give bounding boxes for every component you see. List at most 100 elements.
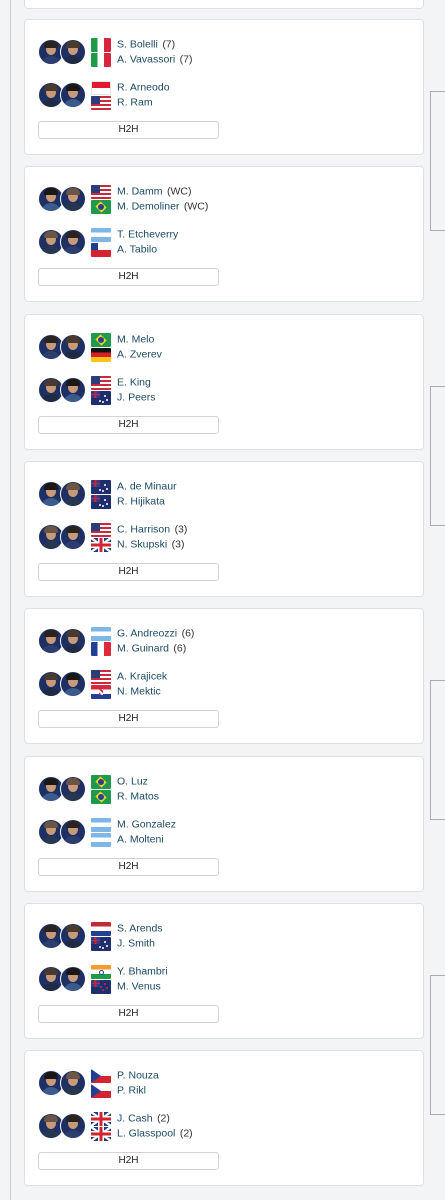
team-row[interactable]: R. Arneodo R. Ram (38, 80, 418, 110)
player-name[interactable]: A. Zverev (117, 348, 162, 360)
player-name[interactable]: Y. Bhambri (117, 965, 168, 977)
player-name[interactable]: C. Harrison (117, 523, 170, 535)
team-row[interactable]: G. Andreozzi (6) M. Guinard (6) (38, 626, 418, 656)
player-entry[interactable]: M. Demoliner (WC) (91, 199, 208, 214)
player-entry[interactable]: J. Peers (91, 390, 156, 405)
team-row[interactable]: O. Luz R. Matos (38, 774, 418, 804)
player-avatar[interactable] (60, 966, 86, 992)
player-avatar[interactable] (60, 671, 86, 697)
player-name[interactable]: M. Damm (117, 185, 163, 197)
team-row[interactable]: M. Melo A. Zverev (38, 332, 418, 362)
player-name[interactable]: M. Gonzalez (117, 818, 176, 830)
player-entry[interactable]: M. Melo (91, 332, 154, 347)
player-name[interactable]: M. Guinard (117, 642, 169, 654)
team-row[interactable]: M. Damm (WC) M. Demoliner (WC) (38, 184, 418, 214)
player-entry[interactable]: A. de Minaur (91, 479, 177, 494)
player-entry[interactable]: R. Hijikata (91, 494, 165, 509)
player-entry[interactable]: N. Skupski (3) (91, 537, 184, 552)
player-name[interactable]: N. Mektic (117, 685, 161, 697)
player-avatar[interactable] (60, 39, 86, 65)
player-entry[interactable]: N. Mektic (91, 684, 161, 699)
player-entry[interactable]: A. Vavassori (7) (91, 52, 192, 67)
player-name[interactable]: G. Andreozzi (117, 627, 177, 639)
player-entry[interactable]: P. Rikl (91, 1083, 146, 1098)
player-entry[interactable]: J. Smith (91, 936, 155, 951)
h2h-button[interactable]: H2H (38, 710, 219, 728)
player-entry[interactable]: A. Tabilo (91, 242, 157, 257)
team-row[interactable]: S. Bolelli (7) A. Vavassori (7) (38, 37, 418, 67)
player-name[interactable]: R. Matos (117, 790, 159, 802)
player-entry[interactable]: A. Molteni (91, 832, 164, 847)
h2h-button[interactable]: H2H (38, 563, 219, 581)
player-name[interactable]: S. Arends (117, 922, 163, 934)
player-avatar[interactable] (60, 524, 86, 550)
player-entry[interactable]: S. Bolelli (7) (91, 37, 175, 52)
player-name[interactable]: P. Nouza (117, 1069, 159, 1081)
h2h-button[interactable]: H2H (38, 1005, 219, 1023)
player-name[interactable]: S. Bolelli (117, 38, 158, 50)
team-row[interactable]: T. Etcheverry A. Tabilo (38, 227, 418, 257)
player-name[interactable]: R. Ram (117, 96, 153, 108)
player-name[interactable]: E. King (117, 376, 151, 388)
player-entry[interactable]: R. Matos (91, 789, 159, 804)
player-entry[interactable]: C. Harrison (3) (91, 522, 187, 537)
player-entry[interactable]: M. Guinard (6) (91, 641, 186, 656)
player-avatar[interactable] (60, 186, 86, 212)
player-entry[interactable]: S. Arends (91, 921, 163, 936)
team-row[interactable]: S. Arends J. Smith (38, 921, 418, 951)
player-name[interactable]: A. Tabilo (117, 243, 157, 255)
player-name[interactable]: A. Molteni (117, 833, 164, 845)
player-entry[interactable]: P. Nouza (91, 1068, 159, 1083)
player-name[interactable]: M. Melo (117, 333, 154, 345)
player-entry[interactable]: R. Arneodo (91, 80, 170, 95)
player-avatar[interactable] (60, 377, 86, 403)
player-name[interactable]: O. Luz (117, 775, 148, 787)
player-entry[interactable]: M. Venus (91, 979, 161, 994)
player-name[interactable]: R. Hijikata (117, 495, 165, 507)
h2h-button[interactable]: H2H (38, 858, 219, 876)
h2h-button[interactable]: H2H (38, 1152, 219, 1170)
player-avatar[interactable] (60, 481, 86, 507)
player-avatar[interactable] (60, 334, 86, 360)
player-entry[interactable]: J. Cash (2) (91, 1111, 170, 1126)
team-row[interactable]: Y. Bhambri M. Venus (38, 964, 418, 994)
player-entry[interactable]: R. Ram (91, 95, 153, 110)
player-avatar[interactable] (60, 1070, 86, 1096)
player-entry[interactable]: T. Etcheverry (91, 227, 178, 242)
player-avatar[interactable] (60, 82, 86, 108)
player-name[interactable]: N. Skupski (117, 538, 167, 550)
player-name[interactable]: M. Venus (117, 980, 161, 992)
player-name[interactable]: J. Cash (117, 1112, 153, 1124)
player-avatar[interactable] (60, 819, 86, 845)
h2h-button[interactable]: H2H (38, 121, 219, 139)
player-avatar[interactable] (60, 229, 86, 255)
player-name[interactable]: R. Arneodo (117, 81, 170, 93)
player-name[interactable]: A. de Minaur (117, 480, 177, 492)
player-entry[interactable]: M. Damm (WC) (91, 184, 191, 199)
team-row[interactable]: A. Krajicek N. Mektic (38, 669, 418, 699)
player-name[interactable]: J. Smith (117, 937, 155, 949)
player-avatar[interactable] (60, 1113, 86, 1139)
player-avatar[interactable] (60, 923, 86, 949)
player-avatar[interactable] (60, 628, 86, 654)
player-name[interactable]: T. Etcheverry (117, 228, 178, 240)
player-entry[interactable]: O. Luz (91, 774, 148, 789)
player-entry[interactable]: E. King (91, 375, 151, 390)
player-entry[interactable]: A. Zverev (91, 347, 162, 362)
team-row[interactable]: A. de Minaur R. Hijikata (38, 479, 418, 509)
player-entry[interactable]: G. Andreozzi (6) (91, 626, 194, 641)
team-row[interactable]: E. King J. Peers (38, 375, 418, 405)
h2h-button[interactable]: H2H (38, 268, 219, 286)
team-row[interactable]: J. Cash (2) L. Glasspool (2) (38, 1111, 418, 1141)
player-name[interactable]: L. Glasspool (117, 1127, 175, 1139)
player-name[interactable]: M. Demoliner (117, 200, 179, 212)
player-entry[interactable]: A. Krajicek (91, 669, 167, 684)
player-entry[interactable]: L. Glasspool (2) (91, 1126, 193, 1141)
team-row[interactable]: P. Nouza P. Rikl (38, 1068, 418, 1098)
player-name[interactable]: J. Peers (117, 391, 156, 403)
player-name[interactable]: A. Krajicek (117, 670, 167, 682)
player-entry[interactable]: Y. Bhambri (91, 964, 168, 979)
h2h-button[interactable]: H2H (38, 416, 219, 434)
team-row[interactable]: M. Gonzalez A. Molteni (38, 817, 418, 847)
player-name[interactable]: P. Rikl (117, 1084, 146, 1096)
